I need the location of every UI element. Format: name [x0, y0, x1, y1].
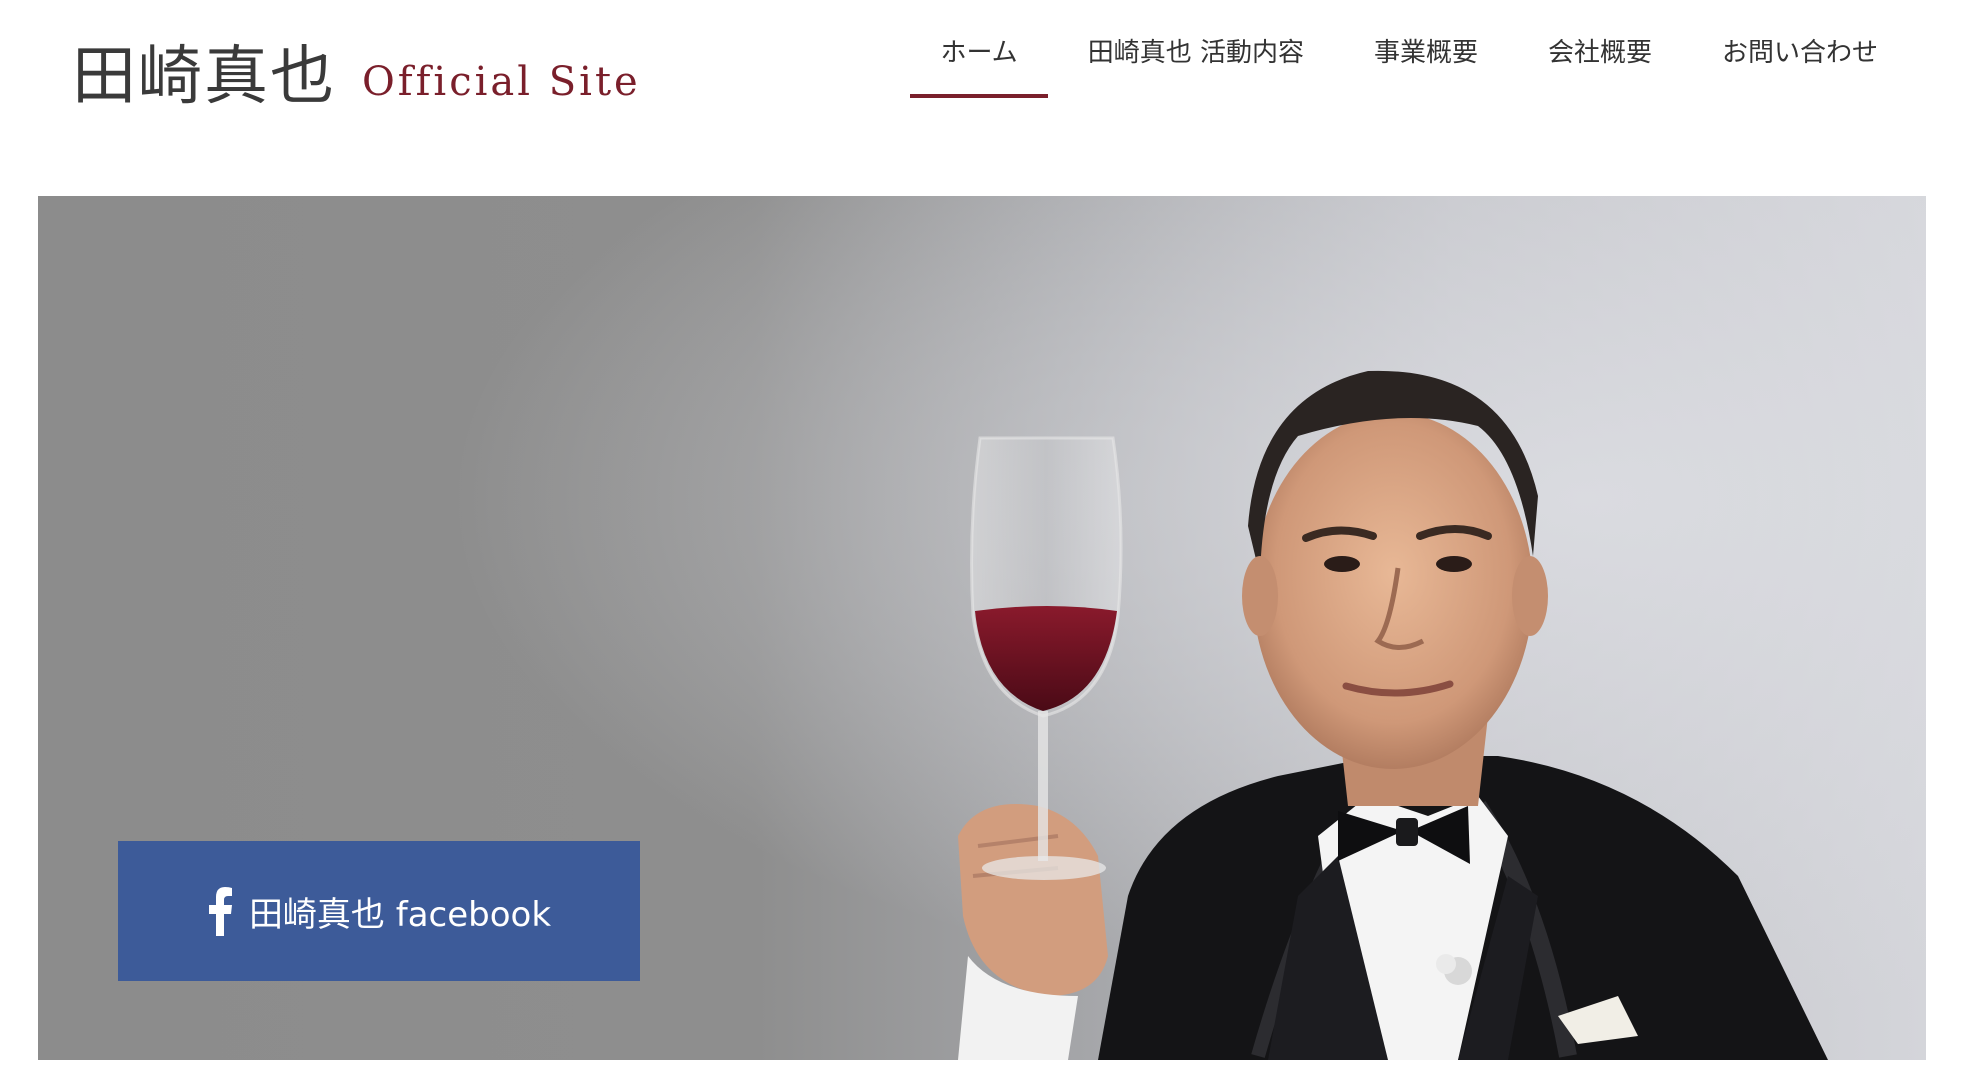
nav-item-business[interactable]: 事業概要 — [1344, 0, 1508, 100]
nav-item-activities[interactable]: 田崎真也 活動内容 — [1058, 0, 1334, 100]
nav-item-company[interactable]: 会社概要 — [1518, 0, 1682, 100]
hero-section: 田崎真也 facebook — [38, 196, 1926, 1060]
logo-name: 田崎真也 — [72, 40, 336, 114]
main-nav: ホーム 田崎真也 活動内容 事業概要 会社概要 お問い合わせ — [910, 0, 1964, 100]
facebook-button[interactable]: 田崎真也 facebook — [118, 841, 640, 981]
logo-subtitle: Official Site — [362, 59, 641, 105]
facebook-icon — [208, 887, 232, 936]
page: 田崎真也 Official Site ホーム 田崎真也 活動内容 事業概要 会社… — [0, 0, 1964, 1071]
site-header: 田崎真也 Official Site ホーム 田崎真也 活動内容 事業概要 会社… — [0, 0, 1964, 196]
nav-item-contact[interactable]: お問い合わせ — [1692, 0, 1908, 100]
nav-item-home[interactable]: ホーム — [910, 0, 1048, 100]
site-logo[interactable]: 田崎真也 Official Site — [72, 34, 641, 114]
facebook-button-label: 田崎真也 facebook — [248, 894, 552, 935]
